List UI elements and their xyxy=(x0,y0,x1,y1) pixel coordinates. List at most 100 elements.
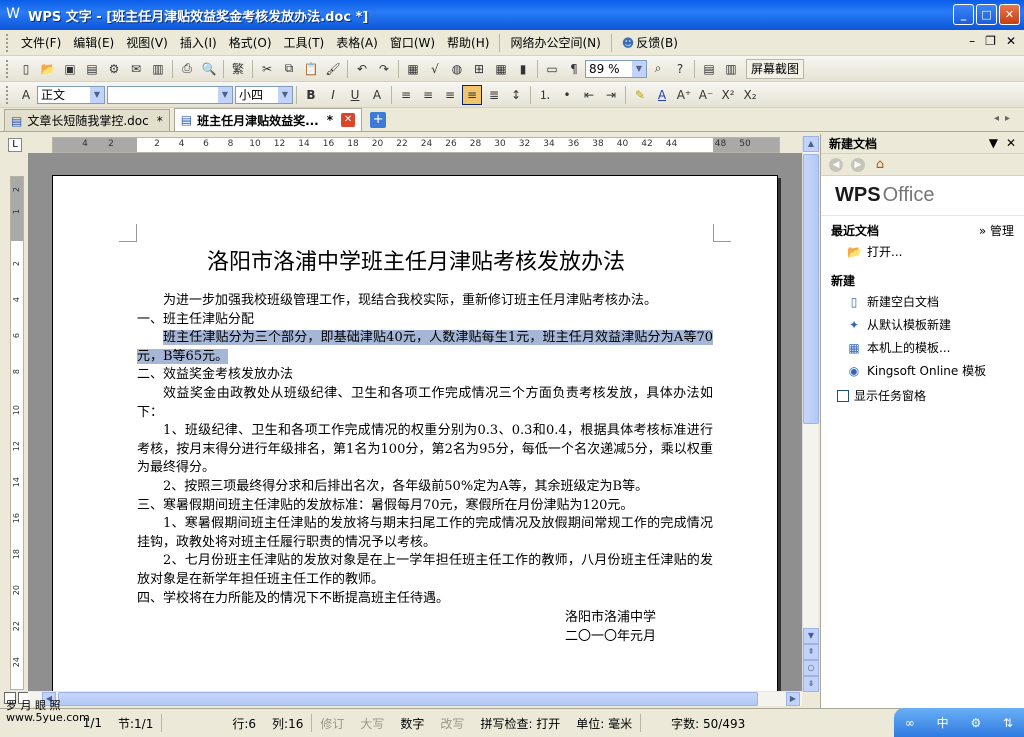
tab-document-1[interactable]: ▤ 文章长短随我掌控.doc * xyxy=(4,109,170,131)
document-paragraph[interactable]: 1、班级纪律、卫生和各项工作完成情况的权重分别为0.3、0.3和0.4，根据具体… xyxy=(137,422,713,478)
document-paragraph[interactable]: 班主任津贴分为三个部分，即基础津贴40元，人数津贴每生1元，班主任月效益津贴分为… xyxy=(137,329,713,366)
minimize-button[interactable]: _ xyxy=(953,4,974,25)
selected-text[interactable]: 班主任津贴分为三个部分，即基础津贴40元，人数津贴每生1元，班主任月效益津贴分为… xyxy=(137,330,713,364)
print-icon[interactable]: ⎙ xyxy=(177,59,197,79)
chart-icon[interactable]: ▮ xyxy=(513,59,533,79)
horizontal-ruler[interactable]: 4 2 2 4 6 8 10 12 14 16 18 20 22 24 26 28 30 32 34 36 38 40 42… xyxy=(52,137,780,153)
font-size-dropdown-icon[interactable]: ▼ xyxy=(278,86,292,103)
scroll-right-icon[interactable]: ▶ xyxy=(786,692,800,706)
status-overwrite[interactable]: 改写 xyxy=(432,715,472,732)
menu-edit[interactable]: 编辑(E) xyxy=(67,32,120,54)
line-spacing-icon[interactable]: ↕ xyxy=(506,85,526,105)
print-preview-icon[interactable]: 🔍 xyxy=(199,59,219,79)
align-left-icon[interactable]: ≡ xyxy=(396,85,416,105)
menu-file[interactable]: 文件(F) xyxy=(15,32,67,54)
next-page-icon[interactable]: ⇟ xyxy=(803,676,819,692)
document-paragraph[interactable]: 一、班主任津贴分配 xyxy=(137,311,713,330)
toolbar-grip[interactable] xyxy=(6,85,10,104)
font-color-icon[interactable]: A xyxy=(652,85,672,105)
status-spellcheck[interactable]: 拼写检查: 打开 xyxy=(472,715,568,732)
wps-app-icon[interactable]: W xyxy=(4,6,22,24)
save-as-icon[interactable]: ▤ xyxy=(82,59,102,79)
new-blank-link[interactable]: ▯ 新建空白文档 xyxy=(831,289,1014,312)
manage-link[interactable]: » 管理 xyxy=(979,222,1014,239)
help-icon[interactable]: ? xyxy=(670,59,690,79)
document-paragraph[interactable]: 2、七月份班主任津贴的发放对象是在上一学年担任班主任工作的教师，八月份班主任津贴… xyxy=(137,552,713,589)
task-pane-menu-icon[interactable]: ▼ xyxy=(989,136,998,150)
shrink-font-icon[interactable]: A⁻ xyxy=(696,85,716,105)
menu-window[interactable]: 窗口(W) xyxy=(384,32,441,54)
new-from-default-link[interactable]: ✦ 从默认模板新建 xyxy=(831,312,1014,335)
style-dropdown-icon[interactable]: ▼ xyxy=(90,86,104,103)
tab-stop-selector[interactable]: L xyxy=(8,138,22,152)
tray-settings-icon[interactable]: ⚙ xyxy=(970,716,981,730)
tab-close-icon[interactable]: ✕ xyxy=(341,113,356,127)
font-dropdown-icon[interactable]: ▼ xyxy=(218,86,232,103)
menu-network-office[interactable]: 网络办公空间(N) xyxy=(504,32,606,54)
horizontal-scroll-thumb[interactable] xyxy=(58,692,758,706)
font-combo[interactable]: ▼ xyxy=(107,85,233,104)
font-size-combo[interactable]: 小四 ▼ xyxy=(235,85,293,104)
justify-icon[interactable]: ≡ xyxy=(462,84,482,105)
document-paragraph[interactable]: 二、效益奖金考核发放办法 xyxy=(137,366,713,385)
back-icon[interactable]: ◀ xyxy=(829,157,843,172)
chinese-input-icon[interactable]: 中 xyxy=(937,714,949,731)
document-paragraph[interactable]: 效益奖金由政教处从班级纪律、卫生和各项工作完成情况三个方面负责考核发放，具体办法… xyxy=(137,385,713,422)
menu-tools[interactable]: 工具(T) xyxy=(278,32,331,54)
align-center-icon[interactable]: ≡ xyxy=(418,85,438,105)
layout-icon[interactable]: ▤ xyxy=(699,59,719,79)
document-viewport[interactable]: 洛阳市洛浦中学班主任月津贴考核发放办法 为进一步加强我校班级管理工作，现结合我校… xyxy=(28,153,802,691)
checkbox-box[interactable] xyxy=(837,389,849,402)
zoom-dropdown-icon[interactable]: ▼ xyxy=(632,60,646,77)
menu-insert[interactable]: 插入(I) xyxy=(174,32,223,54)
grow-font-icon[interactable]: A⁺ xyxy=(674,85,694,105)
document-map-icon[interactable]: ▭ xyxy=(542,59,562,79)
menu-view[interactable]: 视图(V) xyxy=(120,32,174,54)
doc-close-button[interactable]: ✕ xyxy=(1006,34,1016,48)
menu-help[interactable]: 帮助(H) xyxy=(441,32,495,54)
undo-icon[interactable]: ↶ xyxy=(352,59,372,79)
menu-grip[interactable] xyxy=(6,33,10,52)
style-combo[interactable]: 正文 ▼ xyxy=(37,85,105,104)
superscript-icon[interactable]: X² xyxy=(718,85,738,105)
bold-icon[interactable]: B xyxy=(301,85,321,105)
previous-page-icon[interactable]: ⇞ xyxy=(803,644,819,660)
zoom-combo[interactable]: 89 % ▼ xyxy=(585,59,647,78)
formula-icon[interactable]: √ xyxy=(425,59,445,79)
table-icon[interactable]: ▦ xyxy=(403,59,423,79)
styles-icon[interactable]: A xyxy=(16,85,36,105)
scroll-down-icon[interactable]: ▼ xyxy=(803,628,819,644)
show-marks-icon[interactable]: ¶ xyxy=(564,59,584,79)
document-paragraph[interactable]: 三、寒暑假期间班主任津贴的发放标准：暑假每月70元，寒假所在月份津贴为120元。 xyxy=(137,497,713,516)
format-painter-icon[interactable]: 🖌 xyxy=(323,59,343,79)
distribute-icon[interactable]: ≣ xyxy=(484,85,504,105)
tab-scroll-arrows[interactable]: ◂▸ xyxy=(994,113,1016,124)
increase-indent-icon[interactable]: ⇥ xyxy=(601,85,621,105)
maximize-button[interactable]: □ xyxy=(976,4,997,25)
document-paragraph[interactable]: 四、学校将在力所能及的情况下不断提高班主任待遇。 xyxy=(137,590,713,609)
local-templates-link[interactable]: ▦ 本机上的模板... xyxy=(831,335,1014,358)
traditional-chinese-icon[interactable]: 繁 xyxy=(228,59,248,79)
online-templates-link[interactable]: ◉ Kingsoft Online 模板 xyxy=(831,358,1014,381)
insert-table-icon[interactable]: ⊞ xyxy=(469,59,489,79)
cut-icon[interactable]: ✂ xyxy=(257,59,277,79)
document-paragraph[interactable]: 2、按照三项最终得分求和后排出名次，各年级前50%定为A等，其余班级定为B等。 xyxy=(137,478,713,497)
paste-icon[interactable]: 📋 xyxy=(301,59,321,79)
close-button[interactable]: ✕ xyxy=(999,4,1020,25)
email-icon[interactable]: ✉ xyxy=(126,59,146,79)
menu-table[interactable]: 表格(A) xyxy=(330,32,384,54)
forward-icon[interactable]: ▶ xyxy=(851,157,865,172)
decrease-indent-icon[interactable]: ⇤ xyxy=(579,85,599,105)
document-paragraph[interactable]: 为进一步加强我校班级管理工作，现结合我校实际，重新修订班主任月津贴考核办法。 xyxy=(137,292,713,311)
document-paragraph[interactable]: 1、寒暑假期间班主任津贴的发放将与期末扫尾工作的完成情况及放假期间常规工作的完成… xyxy=(137,515,713,552)
browse-object-icon[interactable]: ○ xyxy=(803,660,819,676)
scroll-up-icon[interactable]: ▲ xyxy=(803,136,819,152)
task-pane-close-icon[interactable]: ✕ xyxy=(1006,136,1016,150)
doc-restore-button[interactable]: ❐ xyxy=(985,34,996,48)
horizontal-scrollbar[interactable]: ◀ ▶ xyxy=(28,692,802,706)
permissions-icon[interactable]: ⚙ xyxy=(104,59,124,79)
new-tab-icon[interactable]: + xyxy=(370,112,387,128)
find-icon[interactable]: ⌕ xyxy=(648,59,668,79)
ime-icon[interactable]: ∞ xyxy=(905,716,915,730)
copy-icon[interactable]: ⧉ xyxy=(279,59,299,79)
